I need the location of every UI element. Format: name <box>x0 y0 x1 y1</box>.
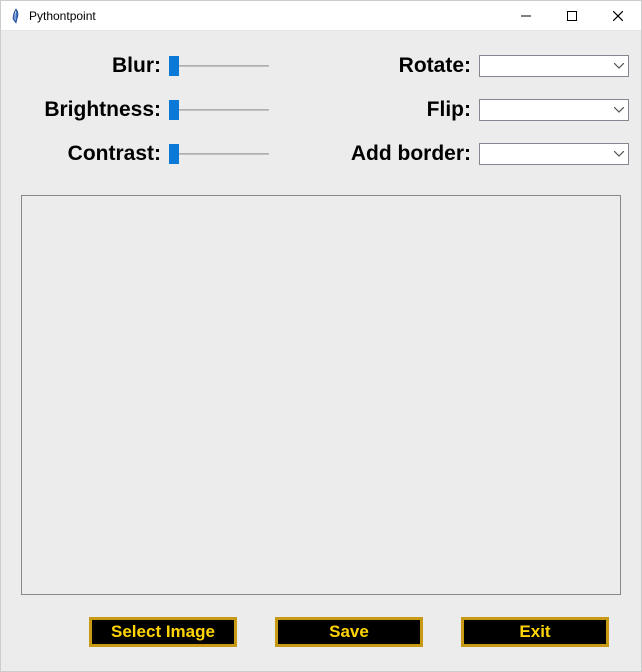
chevron-down-icon <box>614 63 624 69</box>
button-row: Select Image Save Exit <box>19 617 623 647</box>
slider-thumb[interactable] <box>169 56 179 76</box>
add-border-label: Add border: <box>299 142 479 166</box>
maximize-button[interactable] <box>549 1 595 30</box>
close-button[interactable] <box>595 1 641 30</box>
flip-combobox[interactable] <box>479 99 629 121</box>
titlebar-controls <box>503 1 641 30</box>
titlebar-left: Pythontpoint <box>9 8 96 24</box>
add-border-combobox[interactable] <box>479 143 629 165</box>
slider-thumb[interactable] <box>169 144 179 164</box>
blur-label: Blur: <box>19 54 169 78</box>
slider-thumb[interactable] <box>169 100 179 120</box>
button-label: Exit <box>519 622 550 642</box>
minimize-button[interactable] <box>503 1 549 30</box>
contrast-label: Contrast: <box>19 142 169 166</box>
client-area: Blur: Rotate: Brightness: <box>1 31 641 671</box>
slider-track <box>169 65 269 67</box>
titlebar: Pythontpoint <box>1 1 641 31</box>
slider-track <box>169 153 269 155</box>
chevron-down-icon <box>614 107 624 113</box>
chevron-down-icon <box>614 151 624 157</box>
controls-grid: Blur: Rotate: Brightness: <box>19 45 623 175</box>
rotate-combobox[interactable] <box>479 55 629 77</box>
flip-label: Flip: <box>299 98 479 122</box>
brightness-label: Brightness: <box>19 98 169 122</box>
contrast-slider[interactable] <box>169 144 269 164</box>
exit-button[interactable]: Exit <box>461 617 609 647</box>
button-label: Select Image <box>111 622 215 642</box>
app-feather-icon <box>9 8 23 24</box>
app-window: Pythontpoint Blur: <box>0 0 642 672</box>
select-image-button[interactable]: Select Image <box>89 617 237 647</box>
rotate-label: Rotate: <box>299 54 479 78</box>
slider-track <box>169 109 269 111</box>
brightness-slider[interactable] <box>169 100 269 120</box>
image-canvas <box>21 195 621 595</box>
window-title: Pythontpoint <box>29 9 96 23</box>
save-button[interactable]: Save <box>275 617 423 647</box>
button-label: Save <box>329 622 369 642</box>
blur-slider[interactable] <box>169 56 269 76</box>
